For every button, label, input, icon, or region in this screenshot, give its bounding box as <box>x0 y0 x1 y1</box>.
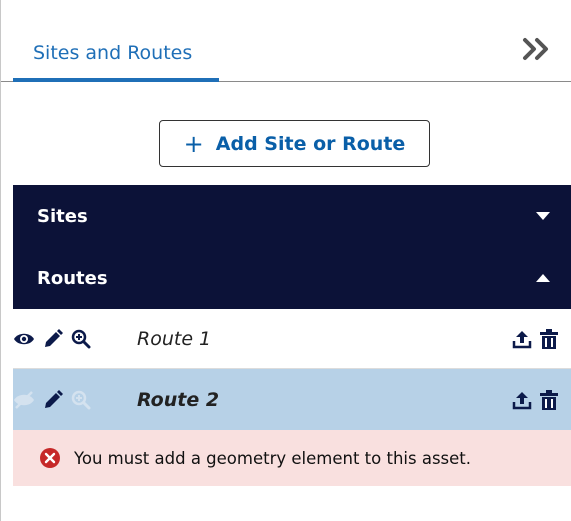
zoom-in-icon[interactable] <box>71 329 91 349</box>
upload-icon[interactable] <box>512 329 532 349</box>
collapse-panel-button[interactable] <box>515 34 559 64</box>
section-title-sites: Sites <box>37 205 88 227</box>
route-row-tools <box>13 389 137 410</box>
route-row[interactable]: Route 2 <box>13 369 571 430</box>
error-text: You must add a geometry element to this … <box>74 448 472 468</box>
eye-slash-icon[interactable] <box>13 390 35 409</box>
sites-routes-panel: Sites and Routes + Add Site or Route Sit… <box>0 0 571 521</box>
route-row-actions <box>512 328 558 349</box>
error-message: You must add a geometry element to this … <box>13 430 571 486</box>
panel-gutter <box>1 82 13 521</box>
upload-icon[interactable] <box>512 390 532 410</box>
plus-icon: + <box>183 129 204 158</box>
route-name: Route 2 <box>137 388 220 411</box>
add-button-label: Add Site or Route <box>215 132 406 155</box>
caret-down-icon <box>536 212 550 220</box>
pencil-icon[interactable] <box>43 328 63 349</box>
route-row[interactable]: Route 1 <box>13 309 571 369</box>
caret-up-icon <box>536 274 550 282</box>
tab-label: Sites and Routes <box>33 42 193 64</box>
pencil-icon[interactable] <box>43 389 63 410</box>
route-row-actions <box>512 389 558 410</box>
route-row-tools <box>13 328 137 349</box>
error-circle-icon <box>40 448 60 468</box>
trash-icon[interactable] <box>540 389 558 410</box>
section-header-routes[interactable]: Routes <box>13 247 571 309</box>
zoom-in-icon <box>71 390 91 410</box>
tab-sites-and-routes[interactable]: Sites and Routes <box>13 40 219 82</box>
route-name: Route 1 <box>137 327 212 350</box>
eye-icon[interactable] <box>13 331 35 347</box>
add-site-or-route-button[interactable]: + Add Site or Route <box>159 120 430 167</box>
tab-bar: Sites and Routes <box>1 0 571 82</box>
trash-icon[interactable] <box>540 328 558 349</box>
section-header-sites[interactable]: Sites <box>13 185 571 247</box>
double-chevron-right-icon <box>523 38 548 60</box>
section-title-routes: Routes <box>37 267 108 289</box>
